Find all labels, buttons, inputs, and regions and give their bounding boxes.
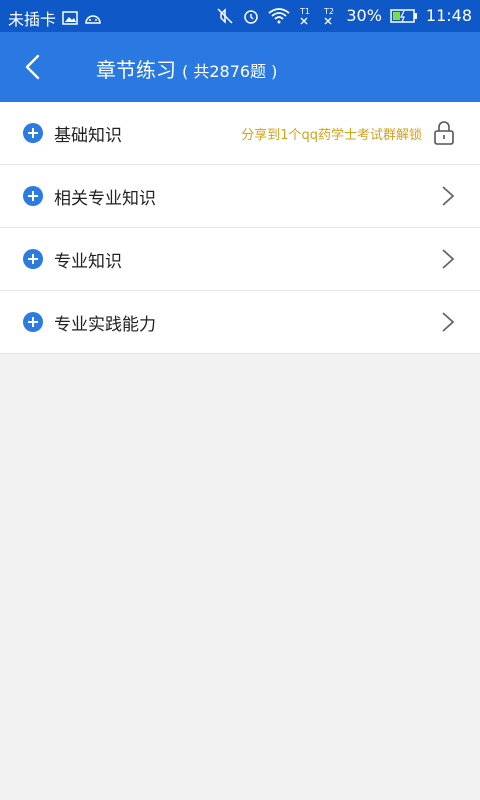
android-icon xyxy=(84,11,102,25)
back-button[interactable] xyxy=(18,52,48,82)
plus-icon xyxy=(23,186,43,206)
chevron-right-icon xyxy=(442,249,455,269)
image-icon xyxy=(62,10,78,26)
chapter-list: 基础知识 分享到1个qq药学士考试群解锁 相关专业知识 专业知识 专业实践能力 xyxy=(0,102,480,354)
chevron-right-icon xyxy=(442,312,455,332)
battery-icon xyxy=(390,8,418,24)
lock-icon[interactable] xyxy=(432,120,456,146)
svg-text:T1: T1 xyxy=(299,7,310,16)
plus-icon xyxy=(23,249,43,269)
back-arrow-icon xyxy=(25,54,40,80)
plus-icon xyxy=(23,312,43,332)
chapter-item-related-knowledge[interactable]: 相关专业知识 xyxy=(0,165,480,228)
status-bar: 未插卡 T1 T2 30% 11:48 xyxy=(0,0,480,32)
alarm-icon xyxy=(242,7,260,25)
chapter-label: 相关专业知识 xyxy=(54,189,156,209)
unlock-hint[interactable]: 分享到1个qq药学士考试群解锁 xyxy=(241,124,422,143)
page-title: 章节练习 xyxy=(96,58,176,82)
chapter-label: 基础知识 xyxy=(54,126,122,146)
plus-icon xyxy=(23,123,43,143)
chapter-item-basic-knowledge[interactable]: 基础知识 分享到1个qq药学士考试群解锁 xyxy=(0,102,480,165)
svg-text:T2: T2 xyxy=(323,7,334,16)
carrier-label: 未插卡 xyxy=(8,10,57,29)
chapter-item-professional-knowledge[interactable]: 专业知识 xyxy=(0,228,480,291)
chapter-item-professional-practice[interactable]: 专业实践能力 xyxy=(0,291,480,354)
chapter-label: 专业知识 xyxy=(54,252,122,272)
chevron-right-icon xyxy=(442,186,455,206)
mute-icon xyxy=(216,7,234,25)
wifi-icon xyxy=(268,7,290,24)
battery-percentage: 30% xyxy=(346,6,382,25)
question-count: ( 共2876题 ) xyxy=(182,62,278,81)
toolbar: 章节练习 ( 共2876题 ) xyxy=(0,32,480,102)
sim1-signal-icon: T1 xyxy=(298,7,314,25)
sim2-signal-icon: T2 xyxy=(322,7,338,25)
clock: 11:48 xyxy=(425,6,472,25)
chapter-label: 专业实践能力 xyxy=(54,315,156,335)
